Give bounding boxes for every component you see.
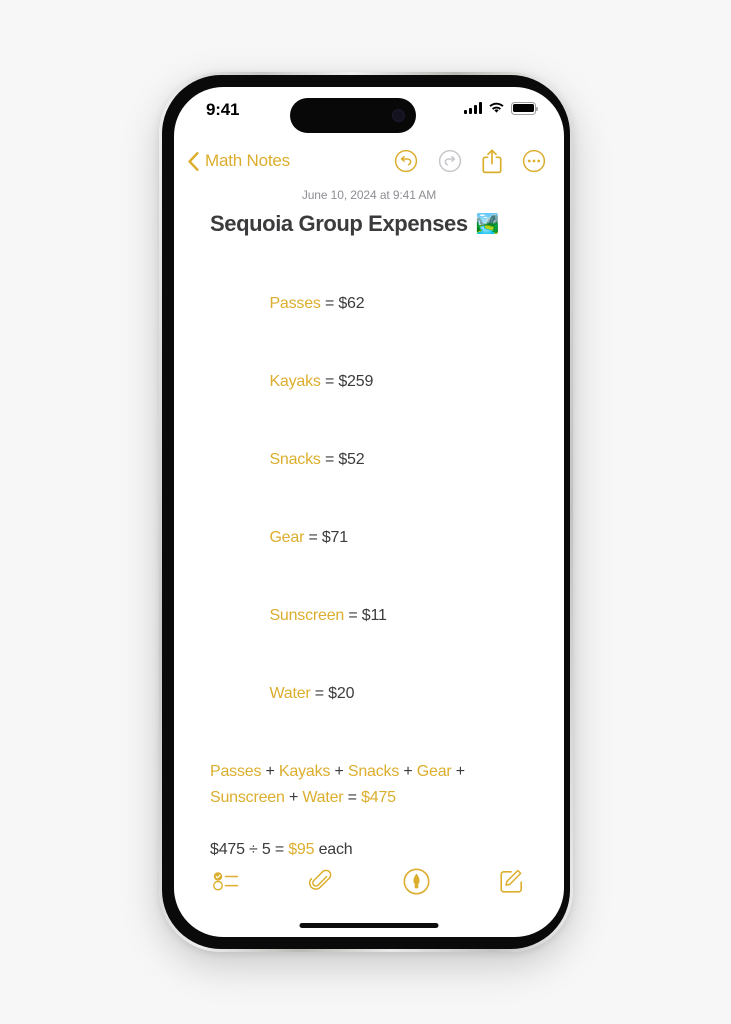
markup-button[interactable] [395, 859, 439, 903]
math-line: Snacks = $52 [210, 421, 564, 499]
toolbar-buttons [174, 859, 564, 903]
note-timestamp: June 10, 2024 at 9:41 AM [301, 188, 437, 202]
status-bar-indicators [464, 102, 539, 115]
note-title-text: Sequoia Group Expenses [210, 211, 468, 236]
checklist-icon [213, 872, 239, 891]
equals-operator: = [320, 295, 339, 312]
checklist-button[interactable] [204, 859, 248, 903]
variable-value: $20 [328, 685, 355, 702]
math-variable-list: Passes = $62 Kayaks = $259 Snacks = $52 … [210, 265, 564, 733]
undo-button[interactable] [394, 149, 418, 173]
equals-operator: = [320, 373, 339, 390]
dynamic-island [290, 98, 416, 133]
compose-icon [500, 869, 523, 893]
sum-term: Gear [416, 763, 452, 780]
equals-operator: = [304, 529, 322, 546]
compose-button[interactable] [490, 859, 534, 903]
plus-operator: + [330, 763, 348, 780]
math-sum-expression: Passes + Kayaks + Snacks + Gear + Sunscr… [210, 759, 520, 811]
variable-name: Passes [269, 295, 321, 312]
equals-operator: = [320, 451, 339, 468]
note-title: Sequoia Group Expenses 🏞️ [210, 211, 564, 237]
plus-operator: + [399, 763, 417, 780]
sum-term: Passes [210, 763, 262, 780]
math-line: Sunscreen = $11 [210, 577, 564, 655]
front-camera-icon [392, 109, 405, 122]
chevron-left-icon [188, 151, 199, 171]
sum-term: Sunscreen [210, 789, 285, 806]
variable-name: Kayaks [269, 373, 321, 390]
variable-value: $62 [338, 295, 365, 312]
plus-operator: + [261, 763, 279, 780]
variable-value: $71 [321, 529, 348, 546]
variable-name: Gear [269, 529, 305, 546]
more-button[interactable] [522, 149, 546, 173]
back-button-label: Math Notes [205, 151, 290, 170]
equals-operator: = [310, 685, 329, 702]
note-toolbar [174, 853, 564, 937]
variable-value: $11 [361, 607, 387, 624]
sum-term: Snacks [347, 763, 400, 780]
math-line: Gear = $71 [210, 499, 564, 577]
markup-pen-icon [403, 868, 430, 894]
status-bar-time: 9:41 [206, 100, 240, 119]
variable-name: Sunscreen [269, 607, 345, 624]
iphone-device-frame: 9:41 Math Notes June 10, 2024 at 9:41 AM… [159, 72, 573, 952]
plus-operator: + [284, 789, 303, 806]
sum-term: Water [302, 789, 344, 806]
navigation-actions [394, 148, 546, 174]
equals-operator: = [344, 607, 362, 624]
variable-value: $259 [338, 373, 374, 390]
variable-name: Water [269, 685, 311, 702]
device-bezel: 9:41 Math Notes June 10, 2024 at 9:41 AM… [162, 75, 570, 949]
variable-value: $52 [338, 451, 365, 468]
sum-result: $475 [361, 789, 396, 806]
navigation-bar: Math Notes [174, 139, 564, 183]
equals-operator: = [343, 789, 362, 806]
variable-name: Snacks [269, 451, 321, 468]
battery-full-icon [511, 102, 539, 115]
back-button[interactable]: Math Notes [188, 151, 290, 171]
cellular-signal-icon [464, 102, 482, 115]
share-button[interactable] [482, 148, 502, 174]
attachment-button[interactable] [299, 859, 343, 903]
math-line: Passes = $62 [210, 265, 564, 343]
note-content[interactable]: Sequoia Group Expenses 🏞️ Passes = $62 K… [174, 211, 564, 863]
math-line: Kayaks = $259 [210, 343, 564, 421]
national-park-emoji-icon: 🏞️ [475, 213, 500, 235]
device-screen: 9:41 Math Notes June 10, 2024 at 9:41 AM… [174, 87, 564, 937]
math-line: Water = $20 [210, 655, 564, 733]
plus-operator: + [451, 763, 465, 780]
redo-button[interactable] [438, 149, 462, 173]
screenshot-canvas: 9:41 Math Notes June 10, 2024 at 9:41 AM… [0, 0, 731, 1024]
paperclip-icon [309, 869, 332, 890]
status-bar: 9:41 [174, 87, 564, 139]
sum-term: Kayaks [278, 763, 331, 780]
home-indicator[interactable] [299, 923, 439, 928]
wifi-icon [489, 102, 504, 113]
